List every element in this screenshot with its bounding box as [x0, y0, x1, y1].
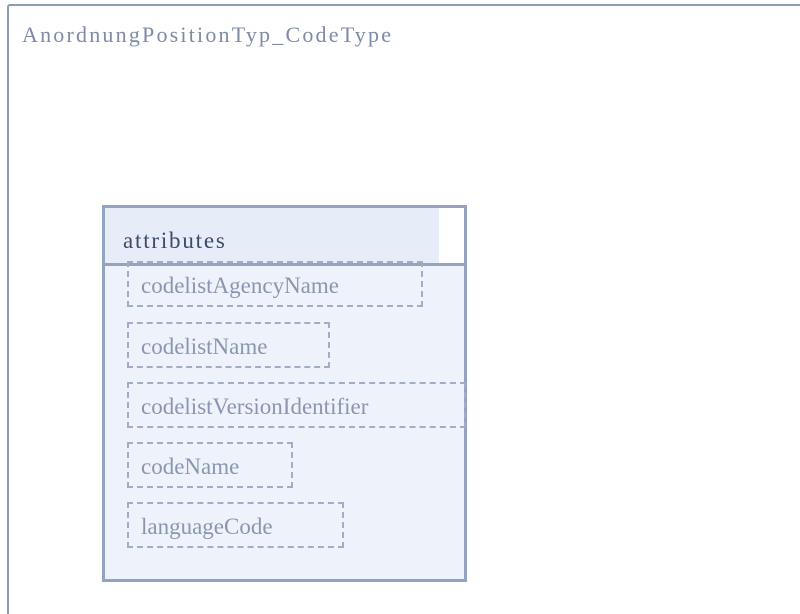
attribute-item-codelist-version-identifier[interactable]: codelistVersionIdentifier	[127, 382, 466, 428]
attribute-item-codelist-name[interactable]: codelistName	[127, 322, 330, 368]
attribute-item-codelist-agency-name[interactable]: codelistAgencyName	[127, 261, 423, 307]
attributes-header: attributes	[105, 208, 442, 266]
attribute-item-code-name[interactable]: codeName	[127, 442, 293, 488]
attributes-corner-tab	[439, 208, 464, 266]
attributes-group[interactable]: attributes codelistAgencyName codelistNa…	[102, 205, 467, 582]
complex-type-title: AnordnungPositionTyp_CodeType	[22, 22, 394, 47]
attributes-label: attributes	[123, 228, 227, 253]
attribute-item-language-code[interactable]: languageCode	[127, 502, 344, 548]
